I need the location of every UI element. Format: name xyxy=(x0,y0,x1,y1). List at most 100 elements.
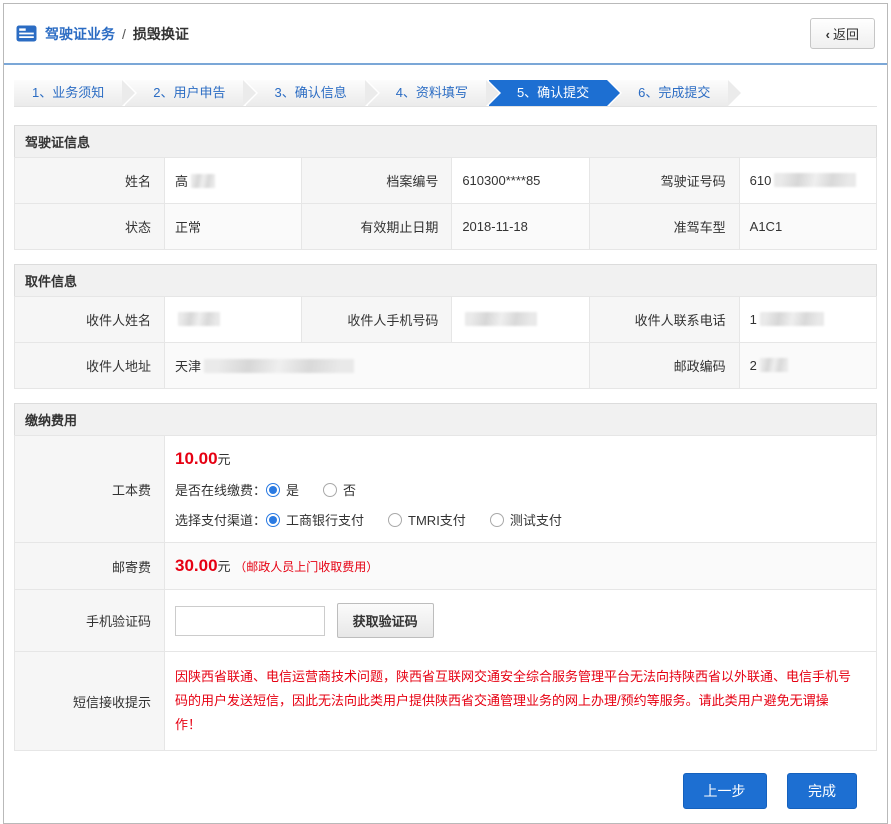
steps-strip: 1、业务须知 2、用户申告 3、确认信息 4、资料填写 5、确认提交 6、完成提… xyxy=(14,80,877,107)
license-no-label: 驾驶证号码 xyxy=(589,158,739,204)
redacted-text xyxy=(465,312,537,326)
step-tab-4[interactable]: 4、资料填写 xyxy=(368,80,486,106)
page-title: 驾驶证业务 xyxy=(45,24,115,44)
fees-table: 工本费 10.00元 是否在线缴费： 是 否 选择支付渠道： 工商银行支付 TM… xyxy=(14,435,877,751)
get-captcha-button[interactable]: 获取验证码 xyxy=(337,603,434,638)
license-info-table: 姓名 高 档案编号 610300****85 驾驶证号码 610 状态 正常 有… xyxy=(14,157,877,250)
radio-test-icon[interactable] xyxy=(490,513,504,527)
postage-fee-cell: 30.00元 （邮政人员上门收取费用） xyxy=(165,543,877,590)
radio-option-icbc[interactable]: 工商银行支付 xyxy=(266,510,364,529)
radio-option-yes[interactable]: 是 xyxy=(266,480,299,499)
recipient-phone-label: 收件人手机号码 xyxy=(302,297,452,343)
fees-section-title: 缴纳费用 xyxy=(14,403,877,436)
table-row: 邮寄费 30.00元 （邮政人员上门收取费用） xyxy=(15,543,877,590)
radio-no-icon[interactable] xyxy=(323,483,337,497)
finish-button[interactable]: 完成 xyxy=(787,773,857,809)
license-info-section: 驾驶证信息 姓名 高 档案编号 610300****85 驾驶证号码 610 状… xyxy=(14,125,877,250)
recipient-name-label: 收件人姓名 xyxy=(15,297,165,343)
table-row: 收件人地址 天津 邮政编码 2 xyxy=(15,343,877,389)
online-payment-line: 是否在线缴费： 是 否 xyxy=(175,480,866,499)
pickup-info-section: 取件信息 收件人姓名 收件人手机号码 收件人联系电话 1 收件人地址 天津 邮政… xyxy=(14,264,877,389)
sms-notice-label: 短信接收提示 xyxy=(15,652,165,751)
table-row: 收件人姓名 收件人手机号码 收件人联系电话 1 xyxy=(15,297,877,343)
step-tab-1[interactable]: 1、业务须知 xyxy=(14,80,122,106)
postage-note: （邮政人员上门收取费用） xyxy=(234,560,378,574)
page: 驾驶证业务 / 损毁换证 ‹返回 1、业务须知 2、用户申告 3、确认信息 4、… xyxy=(3,3,888,824)
yuan-unit: 元 xyxy=(218,452,231,467)
postage-fee-label: 邮寄费 xyxy=(15,543,165,590)
radio-option-no[interactable]: 否 xyxy=(323,480,356,499)
redacted-text xyxy=(191,174,215,188)
fees-section: 缴纳费用 工本费 10.00元 是否在线缴费： 是 否 选择支付渠道： 工 xyxy=(14,403,877,751)
expiry-value: 2018-11-18 xyxy=(452,204,589,250)
radio-yes-label: 是 xyxy=(286,480,299,499)
recipient-name-value xyxy=(165,297,302,343)
sms-notice-text: 因陕西省联通、电信运营商技术问题，陕西省互联网交通安全综合服务管理平台无法向持陕… xyxy=(175,665,866,737)
online-payment-label: 是否在线缴费： xyxy=(175,480,266,499)
back-chevron-icon: ‹ xyxy=(826,27,830,42)
table-row: 工本费 10.00元 是否在线缴费： 是 否 选择支付渠道： 工商银行支付 TM… xyxy=(15,436,877,543)
top-bar: 驾驶证业务 / 损毁换证 ‹返回 xyxy=(4,4,887,65)
previous-step-button[interactable]: 上一步 xyxy=(683,773,767,809)
breadcrumb-separator: / xyxy=(122,26,126,42)
vehicle-class-label: 准驾车型 xyxy=(589,204,739,250)
file-no-label: 档案编号 xyxy=(302,158,452,204)
status-label: 状态 xyxy=(15,204,165,250)
recipient-tel-label: 收件人联系电话 xyxy=(589,297,739,343)
license-service-icon xyxy=(16,25,37,42)
postage-amount: 30.00 xyxy=(175,556,218,575)
status-value: 正常 xyxy=(165,204,302,250)
radio-test-label: 测试支付 xyxy=(510,510,562,529)
radio-tmri-label: TMRI支付 xyxy=(408,510,466,529)
table-row: 状态 正常 有效期止日期 2018-11-18 准驾车型 A1C1 xyxy=(15,204,877,250)
recipient-address-value: 天津 xyxy=(165,343,590,389)
yuan-unit: 元 xyxy=(218,559,231,574)
sms-notice-cell: 因陕西省联通、电信运营商技术问题，陕西省互联网交通安全综合服务管理平台无法向持陕… xyxy=(165,652,877,751)
pickup-info-table: 收件人姓名 收件人手机号码 收件人联系电话 1 收件人地址 天津 邮政编码 2 xyxy=(14,296,877,389)
radio-yes-icon[interactable] xyxy=(266,483,280,497)
table-row: 姓名 高 档案编号 610300****85 驾驶证号码 610 xyxy=(15,158,877,204)
back-button-label: 返回 xyxy=(833,27,859,42)
redacted-text xyxy=(774,173,856,187)
captcha-input[interactable] xyxy=(175,606,325,636)
radio-option-tmri[interactable]: TMRI支付 xyxy=(388,510,466,529)
radio-no-label: 否 xyxy=(343,480,356,499)
zip-code-label: 邮政编码 xyxy=(589,343,739,389)
name-value: 高 xyxy=(165,158,302,204)
recipient-phone-value xyxy=(452,297,589,343)
captcha-cell: 获取验证码 xyxy=(165,590,877,652)
license-section-title: 驾驶证信息 xyxy=(14,125,877,158)
radio-option-test[interactable]: 测试支付 xyxy=(490,510,562,529)
step-tab-5-active[interactable]: 5、确认提交 xyxy=(489,80,607,106)
recipient-tel-value: 1 xyxy=(739,297,876,343)
pickup-section-title: 取件信息 xyxy=(14,264,877,297)
redacted-text xyxy=(760,358,788,372)
payment-channel-label: 选择支付渠道： xyxy=(175,510,266,529)
table-row: 手机验证码 获取验证码 xyxy=(15,590,877,652)
zip-code-value: 2 xyxy=(739,343,876,389)
cost-fee-cell: 10.00元 是否在线缴费： 是 否 选择支付渠道： 工商银行支付 TMRI支付… xyxy=(165,436,877,543)
name-label: 姓名 xyxy=(15,158,165,204)
breadcrumb-current: 损毁换证 xyxy=(133,24,189,44)
radio-icbc-label: 工商银行支付 xyxy=(286,510,364,529)
step-tab-2[interactable]: 2、用户申告 xyxy=(125,80,243,106)
cost-amount-line: 10.00元 xyxy=(175,449,866,469)
redacted-text xyxy=(760,312,824,326)
cost-fee-label: 工本费 xyxy=(15,436,165,543)
captcha-label: 手机验证码 xyxy=(15,590,165,652)
step-tab-3[interactable]: 3、确认信息 xyxy=(246,80,364,106)
recipient-address-label: 收件人地址 xyxy=(15,343,165,389)
payment-channel-line: 选择支付渠道： 工商银行支付 TMRI支付 测试支付 xyxy=(175,510,866,529)
footer-actions: 上一步 完成 xyxy=(4,773,857,809)
vehicle-class-value: A1C1 xyxy=(739,204,876,250)
license-no-value: 610 xyxy=(739,158,876,204)
step-navigation: 1、业务须知 2、用户申告 3、确认信息 4、资料填写 5、确认提交 6、完成提… xyxy=(14,80,877,106)
radio-tmri-icon[interactable] xyxy=(388,513,402,527)
radio-icbc-icon[interactable] xyxy=(266,513,280,527)
step-tab-6[interactable]: 6、完成提交 xyxy=(610,80,728,106)
back-button[interactable]: ‹返回 xyxy=(810,18,875,49)
file-no-value: 610300****85 xyxy=(452,158,589,204)
cost-amount: 10.00 xyxy=(175,449,218,468)
table-row: 短信接收提示 因陕西省联通、电信运营商技术问题，陕西省互联网交通安全综合服务管理… xyxy=(15,652,877,751)
redacted-text xyxy=(178,312,220,326)
